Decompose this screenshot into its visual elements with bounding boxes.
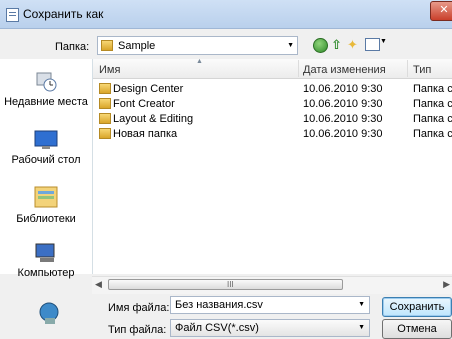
file-name: Font Creator [113,98,175,110]
folder-value: Sample [118,40,156,52]
scroll-left-icon[interactable]: ◀ [95,279,102,290]
nav-label: Рабочий стол [11,154,81,166]
horizontal-scrollbar[interactable]: ◀ III ▶ [92,276,452,294]
up-folder-icon[interactable]: ⇧ [331,38,342,51]
nav-item-recent[interactable]: Недавние места [0,69,92,108]
filename-field[interactable]: Без названия.csv ▼ [170,296,370,314]
folder-icon [99,98,111,109]
list-item[interactable]: Design Center 10.06.2010 9:30 Папка с [93,82,452,96]
window-icon [6,8,19,22]
scroll-right-icon[interactable]: ▶ [443,279,450,290]
folder-label: Папка: [55,41,90,53]
file-type: Папка с [413,98,452,110]
computer-icon [35,243,55,262]
file-name: Design Center [113,83,184,95]
nav-label: Компьютер [17,267,75,279]
filename-value: Без названия.csv [175,299,263,311]
new-folder-icon[interactable]: ✦ [347,38,358,51]
filetype-label: Тип файла: [108,324,167,336]
save-dialog: Папка: Sample ▼ ⇧ ✦ ▼ Недавние места Раб… [0,29,452,339]
scrollbar-thumb[interactable]: III [108,279,343,290]
folder-icon [99,83,111,94]
chevron-down-icon[interactable]: ▼ [380,38,387,45]
folder-icon [101,40,113,51]
view-menu-icon[interactable] [365,38,380,51]
chevron-down-icon: ▼ [358,324,365,331]
close-button[interactable]: ✕ [430,1,452,21]
list-item[interactable]: Font Creator 10.06.2010 9:30 Папка с [93,97,452,111]
file-date: 10.06.2010 9:30 [303,128,383,140]
file-date: 10.06.2010 9:30 [303,98,383,110]
column-type[interactable]: Тип [413,64,431,76]
file-list-header: Имя ▲ Дата изменения Тип [93,58,452,79]
nav-item-computer[interactable]: Компьютер [0,242,92,279]
nav-label: Библиотеки [16,213,76,225]
list-item[interactable]: Новая папка 10.06.2010 9:30 Папка с [93,127,452,141]
folder-icon [99,128,111,139]
file-type: Папка с [413,83,452,95]
recent-places-icon [36,72,57,92]
navigation-pane: Недавние места Рабочий стол Библиотеки К… [0,59,92,279]
file-name: Layout & Editing [113,113,194,125]
nav-item-libraries[interactable]: Библиотеки [0,184,92,225]
folder-combo[interactable]: Sample ▼ [97,36,298,55]
column-name[interactable]: Имя [99,64,120,76]
scroll-grip: III [227,280,234,289]
save-button[interactable]: Сохранить [382,297,452,317]
nav-item-desktop[interactable]: Рабочий стол [0,129,92,166]
file-type: Папка с [413,128,452,140]
libraries-icon [34,186,58,208]
chevron-down-icon[interactable]: ▼ [358,301,365,308]
file-type: Папка с [413,113,452,125]
file-name: Новая папка [113,128,178,140]
filetype-select[interactable]: Файл CSV(*.csv) ▼ [170,319,370,337]
column-divider[interactable] [407,60,408,77]
title-bar: Сохранить как ✕ [0,0,452,29]
sort-ascending-icon: ▲ [196,58,203,65]
window-title: Сохранить как [23,7,104,21]
network-icon [39,302,59,324]
file-date: 10.06.2010 9:30 [303,113,383,125]
chevron-down-icon: ▼ [287,42,294,49]
folder-icon [99,113,111,124]
nav-item-network[interactable] [36,301,62,328]
nav-label: Недавние места [4,96,88,108]
column-date[interactable]: Дата изменения [303,64,386,76]
cancel-button[interactable]: Отмена [382,319,452,339]
filename-label: Имя файла: [108,302,170,314]
back-icon[interactable] [313,38,328,53]
file-list: Имя ▲ Дата изменения Тип Design Center 1… [92,58,452,274]
filetype-value: Файл CSV(*.csv) [175,322,259,334]
file-date: 10.06.2010 9:30 [303,83,383,95]
desktop-icon [34,130,58,149]
column-divider[interactable] [298,60,299,77]
list-item[interactable]: Layout & Editing 10.06.2010 9:30 Папка с [93,112,452,126]
